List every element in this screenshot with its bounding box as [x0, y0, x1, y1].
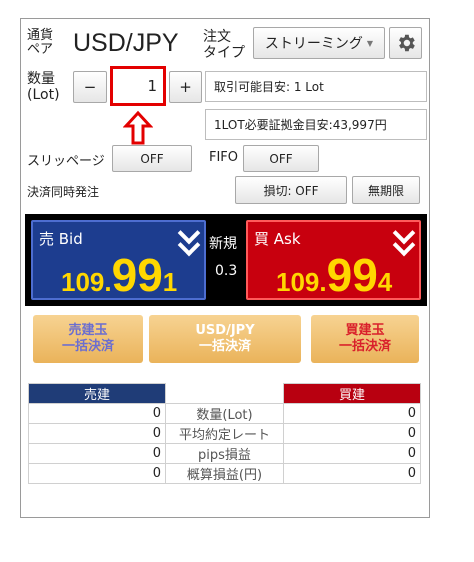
tradable-lot-info: 取引可能目安: 1 Lot	[205, 71, 427, 102]
quantity-increment-button[interactable]: +	[169, 71, 202, 103]
sell-pips: 0	[28, 443, 166, 464]
buy-button[interactable]: 買 Ask 109.994	[246, 220, 421, 301]
table-header-row: 売建 買建	[28, 383, 421, 404]
buy-avg-rate: 0	[283, 423, 421, 444]
expiry-button[interactable]: 無期限	[352, 176, 420, 204]
buy-bulk-line1: 買建玉	[345, 323, 385, 338]
chevron-down-icon: ▼	[366, 38, 374, 48]
required-margin-info: 1LOT必要証拠金目安:43,997円	[205, 109, 427, 140]
slippage-toggle[interactable]: OFF	[112, 145, 192, 172]
buy-quantity: 0	[283, 403, 421, 424]
gear-icon	[398, 34, 415, 52]
sell-price: 109.991	[61, 249, 178, 301]
sell-header: 売建	[28, 383, 166, 404]
table-row: 0 平均約定レート 0	[28, 423, 421, 444]
row-label: pips損益	[165, 443, 284, 464]
buy-header: 買建	[283, 383, 421, 404]
buy-price: 109.994	[276, 249, 393, 301]
pair-bulk-settle-button[interactable]: USD/JPY 一括決済	[149, 315, 301, 363]
settings-button[interactable]	[389, 27, 422, 59]
order-type-select[interactable]: ストリーミング ▼	[253, 27, 385, 59]
order-panel: 通貨 ペア USD/JPY 注文 タイプ ストリーミング ▼ 数量 (Lot) …	[20, 18, 430, 518]
fifo-toggle[interactable]: OFF	[243, 145, 319, 172]
sell-avg-rate: 0	[28, 423, 166, 444]
positions-table: 売建 買建 0 数量(Lot) 0 0 平均約定レート 0 0 pips損益 0…	[28, 383, 421, 484]
currency-pair: USD/JPY	[73, 29, 179, 57]
currency-pair-label: 通貨 ペア	[27, 28, 54, 57]
sell-button[interactable]: 売 Bid 109.991	[31, 220, 206, 301]
stop-loss-button[interactable]: 損切: OFF	[235, 176, 347, 204]
quantity-label: 数量 (Lot)	[27, 71, 60, 103]
pair-bulk-line2: 一括決済	[198, 339, 251, 354]
order-type-value: ストリーミング	[264, 36, 363, 52]
sell-pnl: 0	[28, 463, 166, 484]
row-label: 平均約定レート	[165, 423, 284, 444]
table-row: 0 概算損益(円) 0	[28, 463, 421, 484]
simultaneous-order-label: 決済同時発注	[27, 185, 100, 199]
buy-pips: 0	[283, 443, 421, 464]
spread-label: 新規	[209, 236, 237, 252]
fifo-label: FIFO	[209, 150, 239, 165]
slippage-label: スリッページ	[27, 154, 105, 169]
order-type-label: 注文 タイプ	[203, 29, 245, 61]
row-label: 概算損益(円)	[165, 463, 284, 484]
table-row: 0 pips損益 0	[28, 443, 421, 464]
row-label: 数量(Lot)	[165, 403, 284, 424]
sell-bulk-settle-button[interactable]: 売建玉 一括決済	[33, 315, 143, 363]
buy-bulk-settle-button[interactable]: 買建玉 一括決済	[311, 315, 419, 363]
buy-pnl: 0	[283, 463, 421, 484]
quantity-input[interactable]: 1	[110, 66, 166, 106]
sell-bulk-line1: 売建玉	[68, 323, 108, 338]
spread-value: 0.3	[215, 263, 238, 279]
pair-bulk-line1: USD/JPY	[195, 323, 255, 338]
sell-bulk-line2: 一括決済	[61, 339, 114, 354]
sell-label: 売 Bid	[39, 230, 83, 248]
table-row: 0 数量(Lot) 0	[28, 403, 421, 424]
buy-label: 買 Ask	[254, 230, 301, 248]
sell-quantity: 0	[28, 403, 166, 424]
quantity-decrement-button[interactable]: −	[73, 71, 107, 103]
buy-bulk-line2: 一括決済	[338, 339, 391, 354]
up-arrow-icon	[123, 110, 153, 145]
